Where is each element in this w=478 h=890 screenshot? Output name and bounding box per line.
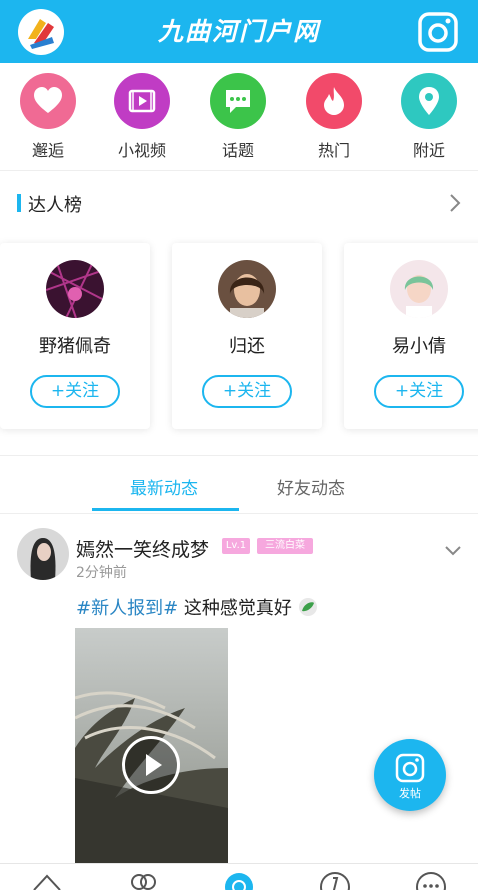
location-pin-icon [401,73,457,129]
post-time: 2分钟前 [76,565,127,581]
follow-button[interactable]: +关注 [202,375,292,408]
avatar[interactable] [390,260,448,318]
nav-item-topic[interactable]: 话题 [198,73,278,161]
post-body: 这种感觉真好 [178,598,292,619]
chat-icon [210,73,266,129]
post-author[interactable]: 嫣然一笑终成梦 [76,535,209,562]
bottom-tab-bar [0,863,478,890]
video-icon [114,73,170,129]
user-name: 易小倩 [392,336,446,357]
chevron-right-icon[interactable] [446,188,466,218]
nav-item-hot[interactable]: 热门 [294,73,374,161]
nav-label: 小视频 [117,141,166,160]
home-icon[interactable] [30,870,64,890]
talent-card[interactable]: 易小倩 +关注 [344,243,478,429]
nav-item-encounter[interactable]: 邂逅 [8,73,88,161]
app-header: 九曲河门户网 [0,0,478,63]
avatar[interactable] [218,260,276,318]
talent-section-header[interactable]: 达人榜 [0,186,478,220]
user-name: 归还 [229,336,265,357]
nav-item-short-video[interactable]: 小视频 [102,73,182,161]
follow-button[interactable]: +关注 [30,375,120,408]
active-tab-indicator [92,508,239,511]
section-accent-bar [17,194,21,212]
nav-item-nearby[interactable]: 附近 [389,73,469,161]
talent-card[interactable]: 归还 +关注 [172,243,322,429]
nav-label: 附近 [412,141,445,160]
post-text: #新人报到# 这种感觉真好 [76,594,318,620]
discover-icon[interactable] [222,870,256,890]
heart-icon [20,73,76,129]
level-badge: Lv.1 [222,538,250,554]
play-icon[interactable] [122,736,180,794]
divider [0,170,478,171]
leaf-emoji-icon [298,597,318,617]
feed-tabs: 最新动态 好友动态 [0,456,478,513]
post-video[interactable] [75,628,228,863]
chevron-down-icon[interactable] [442,540,464,560]
title-badge: 三流白菜 [257,538,313,554]
talent-card[interactable]: 野猪佩奇 +关注 [0,243,150,429]
avatar[interactable] [17,528,69,580]
follow-button[interactable]: +关注 [374,375,464,408]
section-title: 达人榜 [28,195,82,216]
nav-label: 热门 [317,141,350,160]
fab-label: 发帖 [399,787,421,800]
tab-latest[interactable]: 最新动态 [130,474,198,499]
divider [0,513,478,514]
tab-friends[interactable]: 好友动态 [277,474,345,499]
music-icon[interactable] [318,870,352,890]
user-name: 野猪佩奇 [39,336,111,357]
nav-label: 话题 [221,141,254,160]
new-post-button[interactable]: 发帖 [374,739,446,811]
page-title: 九曲河门户网 [157,17,320,46]
nav-label: 邂逅 [31,141,64,160]
flame-icon [306,73,362,129]
more-icon[interactable] [414,870,448,890]
quick-nav: 邂逅 小视频 话题 热门 附近 [0,63,478,170]
camera-post-icon[interactable] [416,10,460,54]
avatar[interactable] [46,260,104,318]
post-hashtag[interactable]: #新人报到# [76,598,178,619]
friends-icon[interactable] [126,870,160,890]
